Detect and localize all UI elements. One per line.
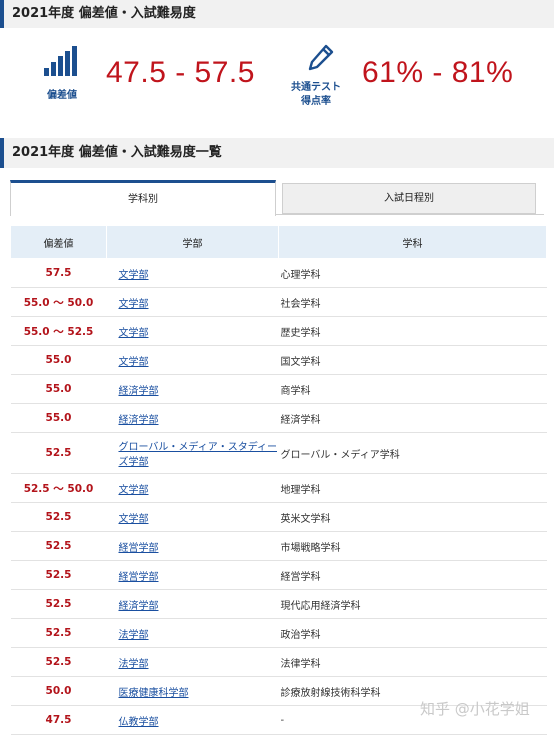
rate-value: 61% - 81% xyxy=(362,56,514,89)
table-row: 57.5 文学部 心理学科 xyxy=(10,258,547,288)
row-department: グローバル・メディア学科 xyxy=(278,432,547,474)
row-hensachi: 52.5 xyxy=(10,560,107,590)
header-hensachi: 偏差値 xyxy=(10,225,107,259)
faculty-link[interactable]: 文学部 xyxy=(119,514,149,525)
table-row: 52.5 グローバル・メディア・スタディーズ学部 グローバル・メディア学科 xyxy=(10,432,547,474)
rate-label-line1: 共通テスト xyxy=(291,82,341,93)
table-row: 55.0 経済学部 商学科 xyxy=(10,374,547,404)
table-row: 55.0 ～ 52.5 文学部 歴史学科 xyxy=(10,316,547,346)
row-hensachi: 55.0 ～ 52.5 xyxy=(10,316,107,346)
row-department: 商学科 xyxy=(278,374,547,404)
row-hensachi: 55.0 xyxy=(10,374,107,404)
table-row: 52.5 法学部 政治学科 xyxy=(10,618,547,648)
row-hensachi: 52.5 xyxy=(10,432,107,474)
faculty-link[interactable]: 文学部 xyxy=(119,485,149,496)
faculty-link[interactable]: 経済学部 xyxy=(119,601,159,612)
row-hensachi: 57.5 xyxy=(10,258,107,288)
hensachi-value: 47.5 - 57.5 xyxy=(106,56,255,89)
hensachi-label: 偏差値 xyxy=(47,90,77,101)
faculty-link[interactable]: 経営学部 xyxy=(119,572,159,583)
header-faculty: 学部 xyxy=(106,225,279,259)
row-department: 経営学科 xyxy=(278,560,547,590)
bar-chart-icon xyxy=(44,46,78,76)
faculty-link[interactable]: 経済学部 xyxy=(119,415,159,426)
row-hensachi: 52.5 xyxy=(10,618,107,648)
row-department: 英米文学科 xyxy=(278,502,547,532)
row-department: 市場戦略学科 xyxy=(278,531,547,561)
row-hensachi: 52.5 xyxy=(10,647,107,677)
table-row: 52.5 ～ 50.0 文学部 地理学科 xyxy=(10,473,547,503)
table-header-row: 偏差値 学部 学科 xyxy=(10,225,547,259)
row-hensachi: 52.5 ～ 50.0 xyxy=(10,473,107,503)
row-department: 歴史学科 xyxy=(278,316,547,346)
faculty-link[interactable]: グローバル・メディア・スタディーズ学部 xyxy=(119,442,278,468)
faculty-link[interactable]: 文学部 xyxy=(119,299,149,310)
pencil-icon xyxy=(308,44,334,71)
faculty-link[interactable]: 法学部 xyxy=(119,630,149,641)
row-hensachi: 50.0 xyxy=(10,676,107,706)
row-hensachi: 47.5 xyxy=(10,705,107,735)
row-hensachi: 55.0 ～ 50.0 xyxy=(10,287,107,317)
faculty-link[interactable]: 文学部 xyxy=(119,328,149,339)
row-department: 地理学科 xyxy=(278,473,547,503)
table-row: 52.5 法学部 法律学科 xyxy=(10,647,547,677)
row-department: 政治学科 xyxy=(278,618,547,648)
row-hensachi: 55.0 xyxy=(10,345,107,375)
table-row: 52.5 経営学部 経営学科 xyxy=(10,560,547,590)
watermark: 知乎 @小花学姐 xyxy=(420,700,530,718)
faculty-link[interactable]: 文学部 xyxy=(119,357,149,368)
rate-label-line2: 得点率 xyxy=(301,96,331,107)
table-row: 55.0 文学部 国文学科 xyxy=(10,345,547,375)
row-department: 国文学科 xyxy=(278,345,547,375)
tab-by-department[interactable]: 学科別 xyxy=(10,180,276,216)
tab-by-exam-schedule[interactable]: 入試日程別 xyxy=(282,183,536,214)
table-row: 55.0 ～ 50.0 文学部 社会学科 xyxy=(10,287,547,317)
table-row: 52.5 文学部 英米文学科 xyxy=(10,502,547,532)
faculty-link[interactable]: 法学部 xyxy=(119,659,149,670)
table-row: 52.5 経済学部 現代応用経済学科 xyxy=(10,589,547,619)
row-hensachi: 52.5 xyxy=(10,531,107,561)
faculty-link[interactable]: 仏教学部 xyxy=(119,717,159,728)
difficulty-table: 偏差値 学部 学科 57.5 文学部 心理学科 55.0 ～ 50.0 文学部 社会学科… xyxy=(10,225,547,735)
row-department: 現代応用経済学科 xyxy=(278,589,547,619)
row-department: 心理学科 xyxy=(278,258,547,288)
row-hensachi: 52.5 xyxy=(10,502,107,532)
row-department: 法律学科 xyxy=(278,647,547,677)
row-department: 社会学科 xyxy=(278,287,547,317)
table-row: 52.5 経営学部 市場戦略学科 xyxy=(10,531,547,561)
summary-panel: 偏差値 47.5 - 57.5 共通テスト 得点率 61% - 81% xyxy=(0,40,554,110)
row-hensachi: 55.0 xyxy=(10,403,107,433)
section-title-summary: 2021年度 偏差値・入試難易度 xyxy=(0,0,554,28)
faculty-link[interactable]: 文学部 xyxy=(119,270,149,281)
faculty-link[interactable]: 経営学部 xyxy=(119,543,159,554)
table-row: 55.0 経済学部 経済学科 xyxy=(10,403,547,433)
faculty-link[interactable]: 経済学部 xyxy=(119,386,159,397)
faculty-link[interactable]: 医療健康科学部 xyxy=(119,688,189,699)
row-hensachi: 52.5 xyxy=(10,589,107,619)
header-department: 学科 xyxy=(278,225,547,259)
row-department: 経済学科 xyxy=(278,403,547,433)
section-title-list: 2021年度 偏差値・入試難易度一覧 xyxy=(0,138,554,168)
